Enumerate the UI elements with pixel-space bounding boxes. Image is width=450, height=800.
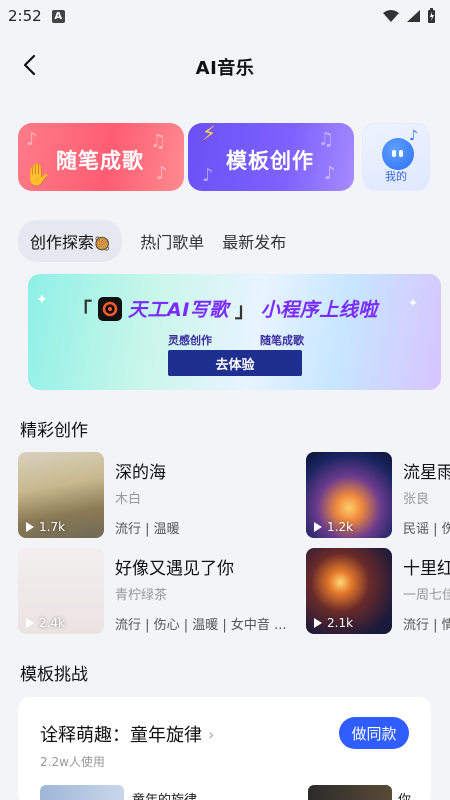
play-icon (26, 618, 34, 628)
work-name: 深的海 (115, 463, 166, 483)
signal-icon (407, 10, 420, 22)
banner-title-suffix: 小程序上线啦 (260, 299, 378, 321)
sparkle-icon: ✦ (36, 292, 48, 308)
work-item[interactable]: 1.7k 深的海 木白 流行 | 温暖 (18, 452, 308, 538)
page-title: AI音乐 (195, 58, 255, 79)
work-artist: 张良 (403, 492, 430, 507)
hand-icon: ✋ (24, 163, 52, 188)
challenge-title-row[interactable]: 诠释萌趣：童年旋律 › (40, 721, 214, 747)
play-count: 2.4k (39, 616, 66, 630)
tab-label: 创作探索 (30, 233, 95, 252)
wifi-icon (383, 10, 399, 22)
work-artist: 木白 (115, 492, 142, 507)
entry-label: 模板创作 (226, 149, 314, 173)
cover-image (308, 785, 392, 800)
battery-icon (428, 8, 435, 23)
play-icon (314, 522, 322, 532)
entry-label: 我的 (385, 170, 407, 183)
work-tags: 流行 | 伤心 | 温暖 | 女中音 ... (115, 618, 287, 633)
chevron-right-icon: › (208, 724, 215, 744)
section-title-works: 精彩创作 (20, 421, 88, 441)
tab-latest[interactable]: 最新发布 (222, 229, 286, 253)
play-count: 2.1k (327, 616, 354, 630)
tab-explore[interactable]: 创作探索🥘 (18, 220, 123, 262)
work-name: 十里红 (403, 559, 450, 579)
app-notification-icon: A (51, 9, 65, 23)
music-note-icon: ♪ (26, 129, 38, 150)
mascot-icon (382, 138, 414, 170)
work-artist: 青柠绿茶 (115, 588, 168, 603)
tiangong-logo-icon (98, 296, 122, 321)
banner-title: 天工AI写歌 (128, 299, 229, 321)
challenge-card[interactable]: 诠释萌趣：童年旋律 › 2.2w人使用 做同款 童年的旋律 你 (18, 697, 431, 800)
music-note-icon: ♫ (150, 131, 167, 152)
sparkle-icon: ✦ (408, 296, 419, 310)
tab-hot-playlist[interactable]: 热门歌单 (140, 229, 204, 253)
challenge-title: 诠释萌趣：童年旋律 (40, 725, 202, 746)
cover-image: 1.7k (18, 452, 104, 538)
work-name: 好像又遇见了你 (115, 559, 234, 579)
play-icon (26, 522, 34, 532)
cover-image: 2.1k (306, 548, 392, 634)
banner-sub-label: 随笔成歌 (260, 334, 304, 347)
banner-sub-label: 灵感创作 (168, 334, 212, 347)
tab-bar: 创作探索🥘 热门歌单 最新发布 (18, 220, 286, 262)
work-item[interactable]: 1.2k 流星雨 张良 民谣 | 伤 (306, 452, 450, 538)
work-tags: 流行 | 温暖 (115, 522, 180, 537)
lightning-icon: ⚡ (202, 123, 217, 145)
music-note-icon: ♪ (409, 128, 418, 144)
peek-title: 你 (398, 789, 411, 800)
music-note-icon: ♫ (318, 129, 335, 150)
entry-label: 随笔成歌 (56, 149, 144, 173)
status-bar: 2:52 A (0, 0, 450, 32)
freestyle-song-card[interactable]: ♪ ♫ ♪ ✋ 随笔成歌 (18, 123, 184, 191)
section-title-challenge: 模板挑战 (20, 665, 88, 685)
music-note-icon: ♪ (156, 163, 168, 184)
banner-bracket-right: 」 (234, 298, 255, 322)
cover-image: 1.2k (306, 452, 392, 538)
music-note-icon: ♪ (202, 165, 214, 186)
status-time: 2:52 (8, 7, 42, 25)
back-button[interactable] (14, 50, 44, 80)
chevron-left-icon (23, 54, 36, 76)
make-same-button[interactable]: 做同款 (339, 717, 409, 749)
work-artist: 一周七佳 (403, 588, 450, 603)
play-count: 1.7k (39, 520, 66, 534)
template-create-card[interactable]: ⚡ ♫ ♪ ♪ 模板创作 (188, 123, 354, 191)
promo-banner[interactable]: ✦ ✦ 「 天工AI写歌 」 小程序上线啦 灵感创作 随笔成歌 去体验 (28, 274, 441, 390)
work-tags: 流行 | 情 (403, 618, 450, 633)
work-item[interactable]: 2.4k 好像又遇见了你 青柠绿茶 流行 | 伤心 | 温暖 | 女中音 ... (18, 548, 308, 634)
work-tags: 民谣 | 伤 (403, 522, 450, 537)
works-grid: 1.7k 深的海 木白 流行 | 温暖 1.2k 流星雨 张良 民谣 | 伤 2… (18, 452, 450, 638)
peek-title: 童年的旋律 (132, 789, 197, 800)
top-bar: AI音乐 (0, 32, 450, 102)
play-count: 1.2k (327, 520, 354, 534)
bowl-icon: 🥘 (94, 237, 111, 252)
banner-bracket-left: 「 (72, 298, 92, 322)
challenge-users: 2.2w人使用 (40, 755, 105, 769)
music-note-icon: ♪ (324, 163, 336, 184)
cover-image: 2.4k (18, 548, 104, 634)
work-item[interactable]: 2.1k 十里红 一周七佳 流行 | 情 (306, 548, 450, 634)
cover-image (40, 785, 124, 800)
work-name: 流星雨 (403, 463, 450, 483)
try-now-button[interactable]: 去体验 (168, 350, 302, 376)
entry-row: ♪ ♫ ♪ ✋ 随笔成歌 ⚡ ♫ ♪ ♪ 模板创作 ♪ 我的 (18, 123, 432, 191)
play-icon (314, 618, 322, 628)
mine-card[interactable]: ♪ 我的 (362, 123, 430, 191)
